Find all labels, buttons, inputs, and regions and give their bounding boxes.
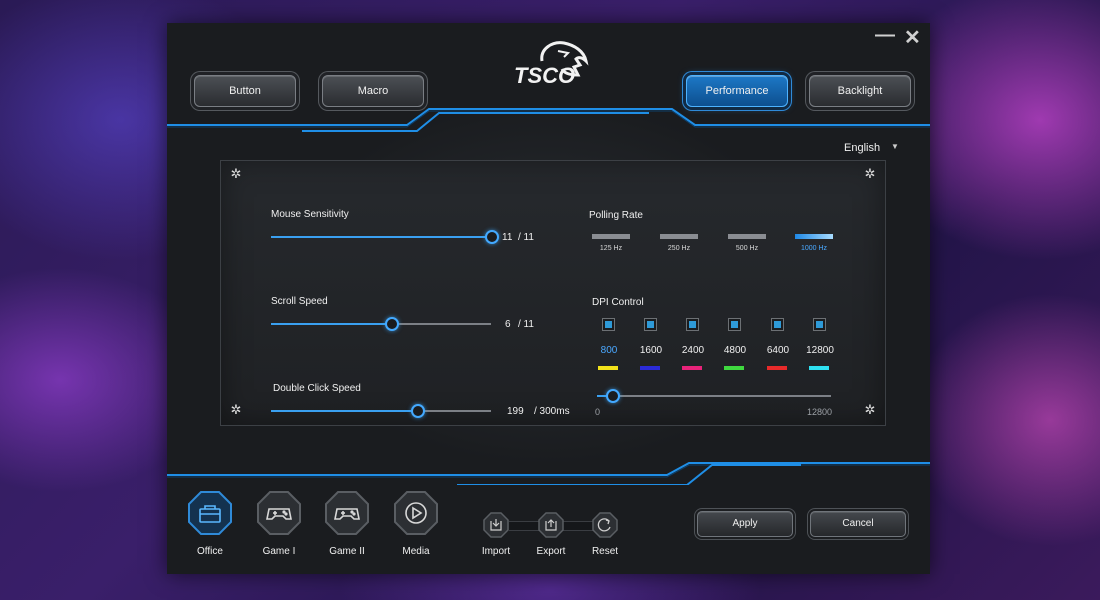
dpi-color-swatch-4800[interactable] (724, 366, 744, 370)
export-button[interactable] (538, 512, 564, 538)
mouse-sensitivity-fill (271, 236, 491, 238)
footer-divider (167, 462, 930, 485)
polling-rate-label: Polling Rate (589, 210, 643, 221)
mode-game-2-button[interactable] (325, 491, 369, 535)
dpi-checkbox-1600[interactable] (644, 318, 657, 331)
mode-office-label: Office (197, 546, 223, 557)
double-click-speed-fill (271, 410, 417, 412)
fan-icon: ✲ (864, 402, 876, 417)
dpi-color-swatch-800[interactable] (598, 366, 618, 370)
polling-rate-125[interactable] (592, 234, 630, 239)
mode-media-label: Media (402, 546, 430, 557)
minimize-button[interactable]: — (875, 25, 895, 45)
mode-game-2-label: Game II (329, 546, 365, 557)
dpi-value-800[interactable]: 800 (589, 345, 629, 356)
polling-rate-label-1000: 1000 Hz (800, 245, 828, 252)
scroll-speed-max: / 11 (518, 319, 534, 330)
apply-button[interactable]: Apply (697, 511, 793, 537)
dpi-color-swatch-1600[interactable] (640, 366, 660, 370)
scroll-speed-fill (271, 323, 391, 325)
scroll-speed-label: Scroll Speed (271, 296, 328, 307)
logo-text: TSCO (514, 63, 575, 88)
dpi-control-label: DPI Control (592, 297, 644, 308)
tab-button[interactable]: Button (194, 75, 296, 107)
dpi-value-2400[interactable]: 2400 (673, 345, 713, 356)
language-select[interactable]: English (844, 142, 880, 154)
import-label: Import (481, 546, 511, 557)
dpi-value-1600[interactable]: 1600 (631, 345, 671, 356)
dpi-checkbox-6400[interactable] (771, 318, 784, 331)
polling-rate-label-500: 500 Hz (735, 245, 759, 252)
dpi-slider-handle[interactable] (605, 389, 620, 403)
mouse-sensitivity-max: / 11 (518, 232, 534, 243)
dpi-checkbox-2400[interactable] (686, 318, 699, 331)
app-window: — ✕ Button Macro Performance Backlight T… (167, 23, 930, 574)
dpi-value-4800[interactable]: 4800 (715, 345, 755, 356)
fan-icon: ✲ (230, 166, 242, 181)
polling-rate-label-125: 125 Hz (599, 245, 623, 252)
tool-connector (509, 521, 539, 531)
tab-backlight[interactable]: Backlight (809, 75, 911, 107)
performance-panel: ✲ ✲ ✲ ✲ Mouse Sensitivity 11 / 11 Scroll… (220, 160, 886, 426)
reset-label: Reset (591, 546, 619, 557)
close-button[interactable]: ✕ (904, 28, 921, 48)
mode-media-button[interactable] (394, 491, 438, 535)
dpi-color-swatch-6400[interactable] (767, 366, 787, 370)
reset-button[interactable] (592, 512, 618, 538)
polling-rate-500[interactable] (728, 234, 766, 239)
dpi-max-label: 12800 (807, 407, 833, 417)
tab-performance[interactable]: Performance (686, 75, 788, 107)
double-click-speed-label: Double Click Speed (273, 383, 361, 394)
fan-icon: ✲ (864, 166, 876, 181)
dpi-checkbox-12800[interactable] (813, 318, 826, 331)
mode-game-1-button[interactable] (257, 491, 301, 535)
polling-rate-label-250: 250 Hz (667, 245, 691, 252)
polling-rate-250[interactable] (660, 234, 698, 239)
mouse-sensitivity-slider-handle[interactable] (485, 230, 499, 244)
dpi-min-label: 0 (595, 407, 601, 417)
double-click-speed-track[interactable] (271, 410, 491, 412)
mouse-sensitivity-track[interactable] (271, 236, 491, 238)
cancel-button[interactable]: Cancel (810, 511, 906, 537)
mode-game-1-label: Game I (262, 546, 296, 557)
import-button[interactable] (483, 512, 509, 538)
mouse-sensitivity-value: 11 (502, 232, 513, 243)
double-click-speed-max: / 300ms (534, 406, 570, 417)
double-click-speed-value: 199 (507, 406, 524, 417)
tool-connector (563, 521, 593, 531)
dpi-track[interactable] (597, 395, 831, 397)
tsco-logo: TSCO (514, 41, 589, 88)
mode-office-button[interactable] (188, 491, 232, 535)
scroll-speed-track[interactable] (271, 323, 491, 325)
double-click-speed-slider-handle[interactable] (410, 404, 425, 418)
mouse-sensitivity-label: Mouse Sensitivity (271, 209, 349, 220)
fan-icon: ✲ (230, 402, 242, 417)
caret-down-icon[interactable]: ▼ (891, 142, 899, 151)
dpi-checkbox-4800[interactable] (728, 318, 741, 331)
dpi-color-swatch-12800[interactable] (809, 366, 829, 370)
export-label: Export (536, 546, 566, 557)
scroll-speed-slider-handle[interactable] (385, 317, 399, 331)
polling-rate-1000[interactable] (795, 234, 833, 239)
tab-macro[interactable]: Macro (322, 75, 424, 107)
dpi-checkbox-800[interactable] (602, 318, 615, 331)
dpi-value-12800[interactable]: 12800 (800, 345, 840, 356)
scroll-speed-value: 6 (505, 319, 511, 330)
dpi-value-6400[interactable]: 6400 (758, 345, 798, 356)
dpi-color-swatch-2400[interactable] (682, 366, 702, 370)
